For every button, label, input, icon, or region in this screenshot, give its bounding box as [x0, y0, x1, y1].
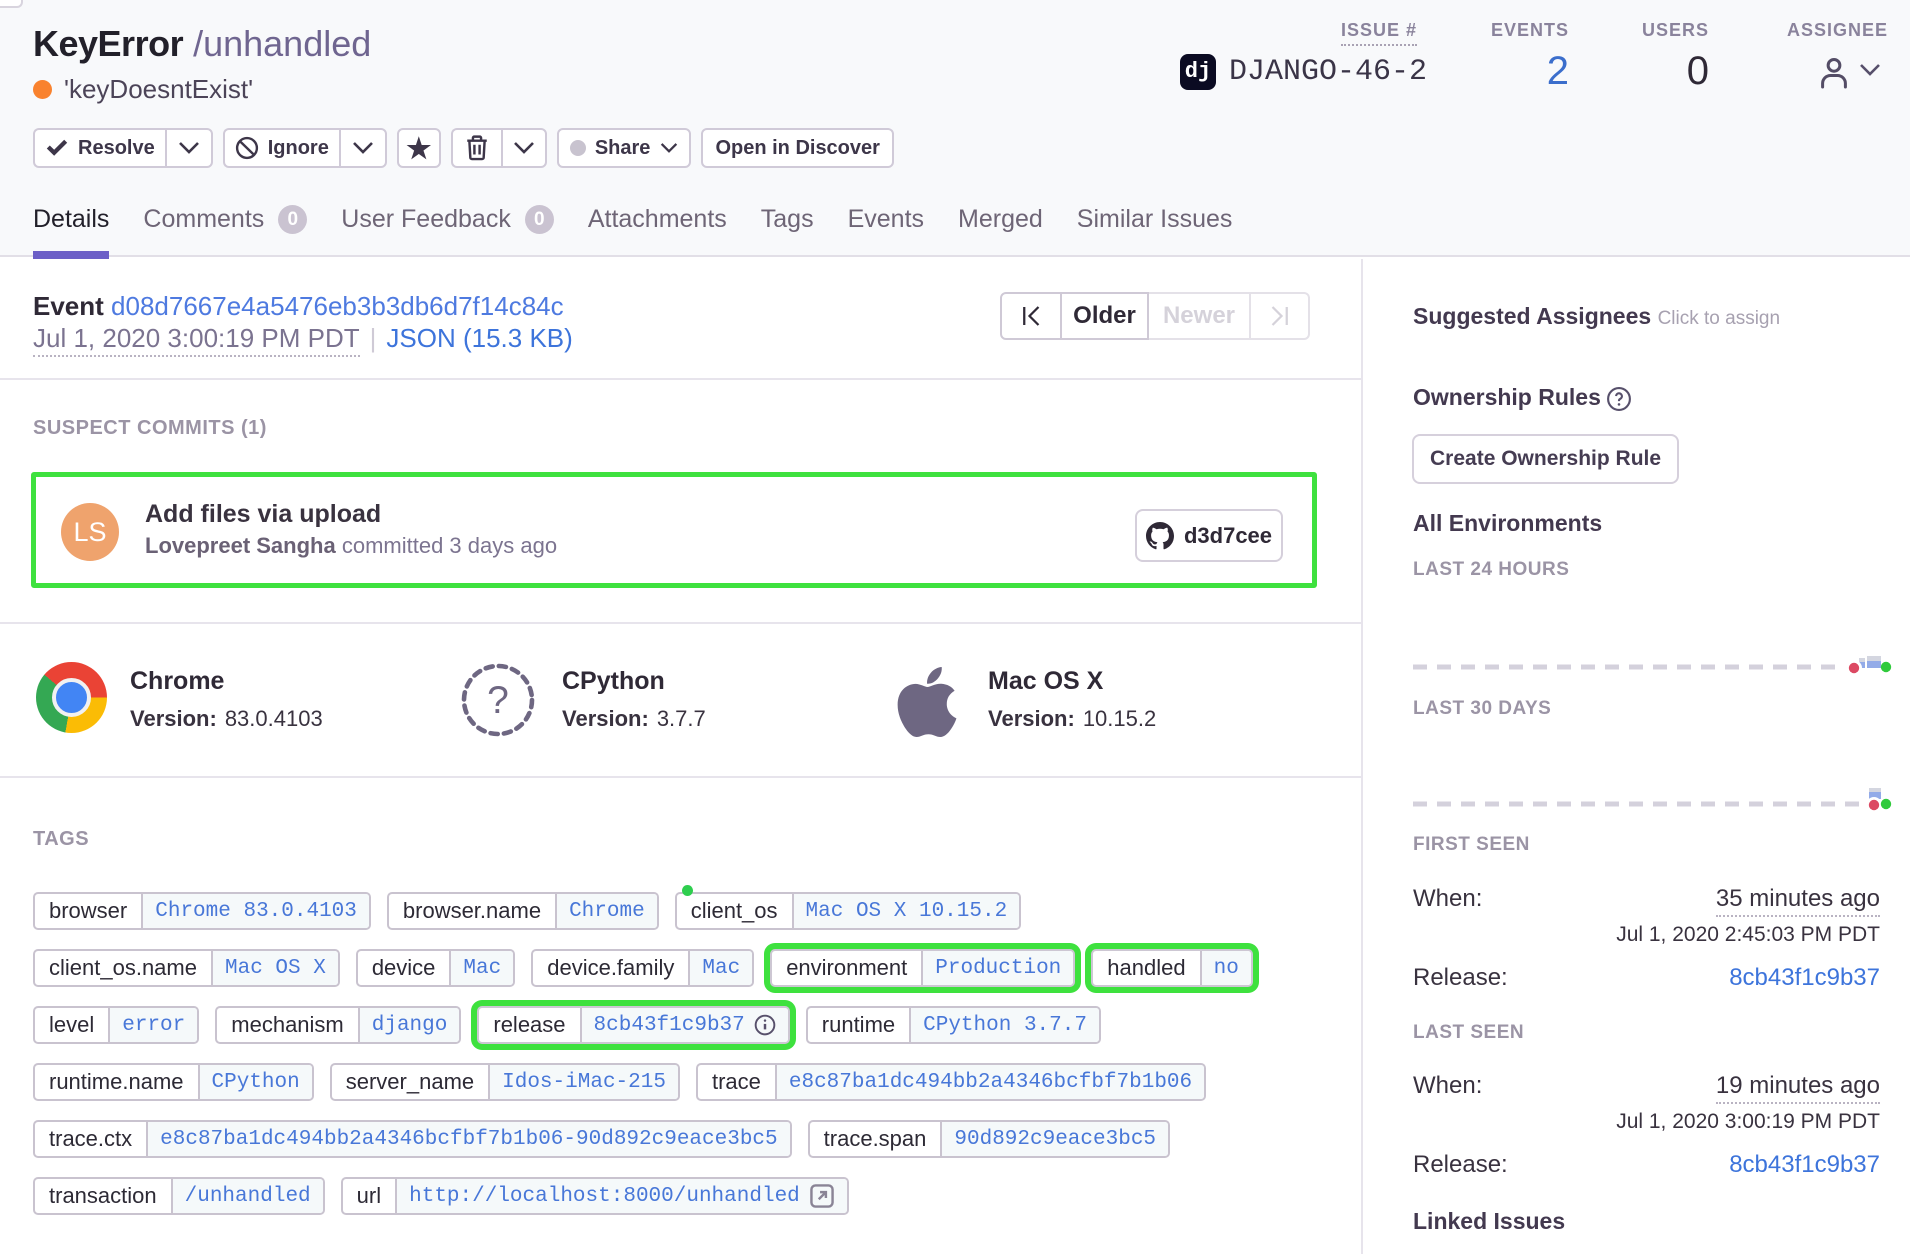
svg-text:?: ?	[487, 679, 509, 722]
